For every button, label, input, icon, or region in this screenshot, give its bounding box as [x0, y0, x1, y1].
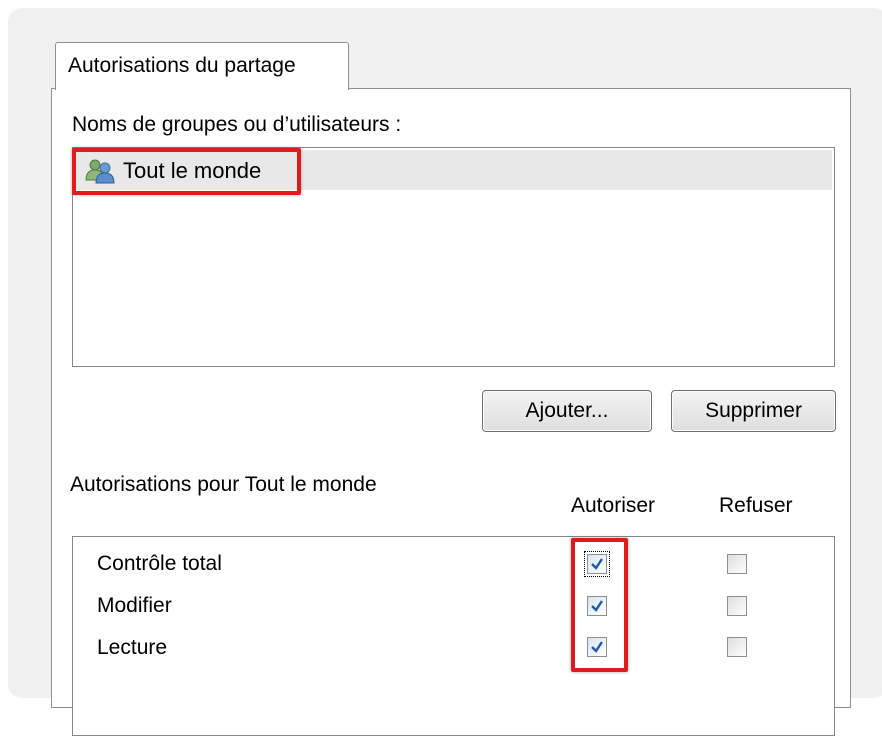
tab-share-permissions[interactable]: Autorisations du partage [55, 42, 349, 90]
user-group-icon [85, 159, 115, 184]
checkmark-icon [591, 641, 603, 653]
allow-read-checkbox[interactable] [587, 637, 607, 657]
deny-modify-checkbox[interactable] [727, 596, 747, 616]
permission-full-control-label: Contrôle total [97, 552, 222, 575]
deny-read-checkbox[interactable] [727, 637, 747, 657]
groups-listbox[interactable]: Tout le monde [72, 147, 835, 367]
groups-label: Noms de groupes ou d’utilisateurs : [72, 113, 402, 136]
remove-button[interactable]: Supprimer [671, 390, 836, 432]
allow-full-control-checkbox[interactable] [584, 551, 610, 577]
permission-modify-label: Modifier [97, 594, 172, 617]
permission-read-label: Lecture [97, 636, 168, 659]
checkmark-icon [591, 600, 603, 612]
list-item-selected-row[interactable]: Tout le monde [75, 150, 832, 190]
tab-label: Autorisations du partage [68, 54, 296, 77]
allow-modify-checkbox[interactable] [587, 596, 607, 616]
allow-column-header: Autoriser [571, 494, 656, 517]
list-item[interactable]: Tout le monde [85, 155, 261, 187]
checkmark-icon [591, 558, 603, 570]
deny-full-control-checkbox[interactable] [727, 554, 747, 574]
list-item-label: Tout le monde [123, 158, 262, 183]
permissions-label: Autorisations pour Tout le monde [70, 473, 377, 496]
add-button[interactable]: Ajouter... [482, 390, 652, 432]
deny-column-header: Refuser [719, 494, 793, 517]
